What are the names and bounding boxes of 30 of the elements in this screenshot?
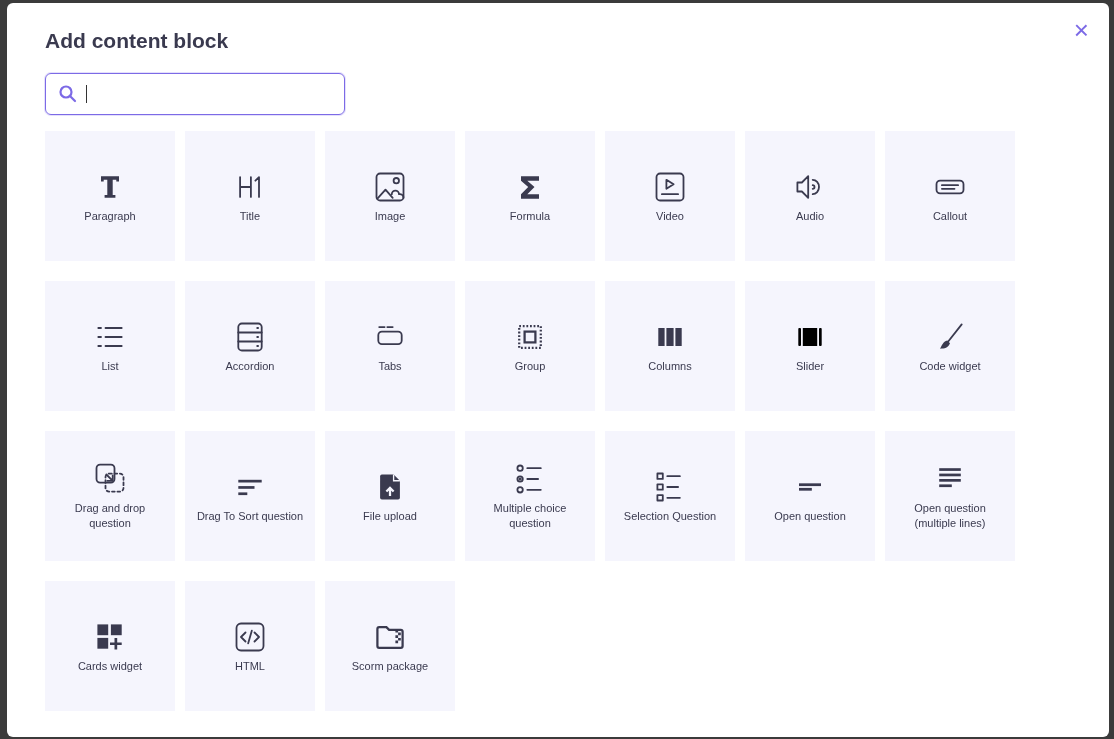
search-field[interactable]: [45, 73, 345, 115]
short-lines-icon: [799, 482, 821, 491]
close-button[interactable]: ×: [1073, 17, 1089, 43]
dialog-title: Add content block: [45, 28, 229, 54]
content-block-tile[interactable]: Group: [465, 281, 595, 411]
content-block-tile[interactable]: Slider: [745, 281, 875, 411]
content-block-tile[interactable]: Video: [605, 131, 735, 261]
content-block-tile[interactable]: Drag and drop question: [45, 431, 175, 561]
content-block-tile[interactable]: Tabs: [325, 281, 455, 411]
content-block-tile[interactable]: Columns: [605, 281, 735, 411]
content-block-tile[interactable]: Cards widget: [45, 581, 175, 711]
text-cursor: [86, 85, 87, 103]
content-block-tile[interactable]: Audio: [745, 131, 875, 261]
content-block-tile[interactable]: Open question: [745, 431, 875, 561]
content-block-tile[interactable]: File upload: [325, 431, 455, 561]
content-block-tile[interactable]: Multiple choice question: [465, 431, 595, 561]
search-icon: [58, 84, 78, 104]
content-block-tile[interactable]: Code widget: [885, 281, 1015, 411]
content-block-tile[interactable]: Selection Question: [605, 431, 735, 561]
content-block-tile[interactable]: List: [45, 281, 175, 411]
content-block-tile[interactable]: Title: [185, 131, 315, 261]
content-block-tile[interactable]: Accordion: [185, 281, 315, 411]
content-block-tile[interactable]: Drag To Sort question: [185, 431, 315, 561]
content-block-tile[interactable]: Formula: [465, 131, 595, 261]
content-block-tile[interactable]: Scorm package: [325, 581, 455, 711]
content-block-tile[interactable]: Callout: [885, 131, 1015, 261]
content-block-tile[interactable]: HTML: [185, 581, 315, 711]
content-block-tile[interactable]: Open question (multiple lines): [885, 431, 1015, 561]
content-block-tile[interactable]: Image: [325, 131, 455, 261]
content-block-tile[interactable]: Paragraph: [45, 131, 175, 261]
